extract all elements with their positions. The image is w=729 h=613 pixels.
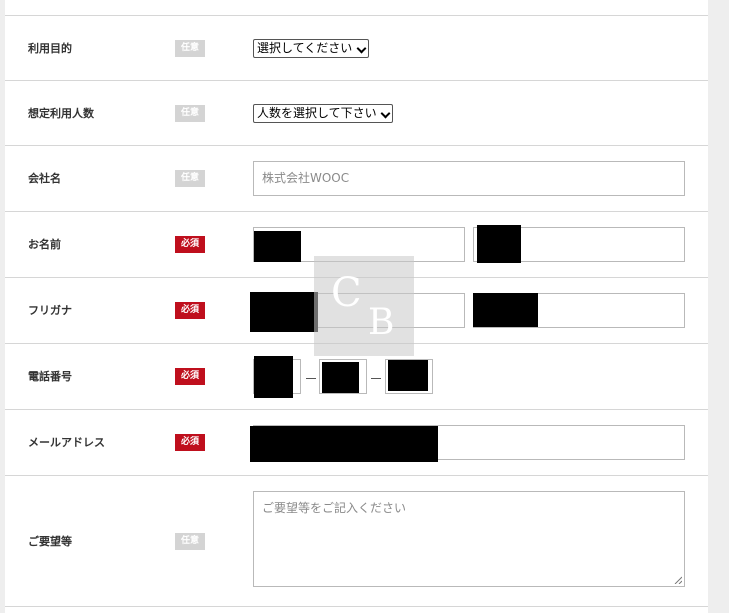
optional-badge: 任意 (175, 170, 205, 187)
company-input[interactable]: 株式会社WOOC (253, 161, 685, 196)
redacted-value (254, 231, 301, 262)
dash-separator (371, 378, 381, 379)
users-label: 想定利用人数 (28, 107, 94, 120)
redacted-value (477, 225, 521, 263)
row-request: ご要望等 任意 ご要望等をご記入ください (5, 475, 708, 607)
redacted-value (388, 360, 428, 391)
optional-badge: 任意 (175, 533, 205, 550)
users-select-value: 人数を選択して下さい (257, 106, 377, 120)
required-badge: 必須 (175, 236, 205, 253)
email-label: メールアドレス (28, 436, 105, 449)
chevron-down-icon (380, 108, 391, 119)
request-label: ご要望等 (28, 535, 72, 548)
company-placeholder: 株式会社WOOC (262, 171, 350, 185)
redacted-value (250, 292, 318, 332)
first-name-input[interactable] (473, 225, 685, 263)
row-email: メールアドレス 必須 (5, 409, 708, 476)
company-label: 会社名 (28, 172, 61, 185)
row-purpose: 利用目的 任意 選択してください (5, 15, 708, 81)
redacted-value (254, 356, 293, 398)
watermark-letter-b: B (368, 302, 395, 343)
chevron-down-icon (356, 43, 367, 54)
watermark-letter-c: C (331, 270, 362, 316)
purpose-select-value: 選択してください (257, 41, 353, 55)
watermark-logo: C B (314, 256, 414, 356)
row-company: 会社名 任意 株式会社WOOC (5, 145, 708, 212)
optional-badge: 任意 (175, 105, 205, 122)
phone-label: 電話番号 (28, 370, 72, 383)
request-textarea[interactable]: ご要望等をご記入ください (253, 491, 685, 587)
users-select[interactable]: 人数を選択して下さい (253, 104, 393, 123)
purpose-select[interactable]: 選択してください (253, 39, 369, 58)
required-badge: 必須 (175, 368, 205, 385)
redacted-value (473, 293, 538, 327)
purpose-label: 利用目的 (28, 42, 72, 55)
required-badge: 必須 (175, 434, 205, 451)
furigana-label: フリガナ (28, 304, 72, 317)
row-users: 想定利用人数 任意 人数を選択して下さい (5, 80, 708, 146)
request-placeholder: ご要望等をご記入ください (262, 501, 407, 515)
required-badge: 必須 (175, 302, 205, 319)
redacted-value (322, 362, 359, 393)
name-label: お名前 (28, 238, 61, 251)
redacted-value (250, 426, 438, 462)
resize-grip-icon[interactable] (674, 576, 682, 584)
optional-badge: 任意 (175, 40, 205, 57)
dash-separator (306, 378, 316, 379)
